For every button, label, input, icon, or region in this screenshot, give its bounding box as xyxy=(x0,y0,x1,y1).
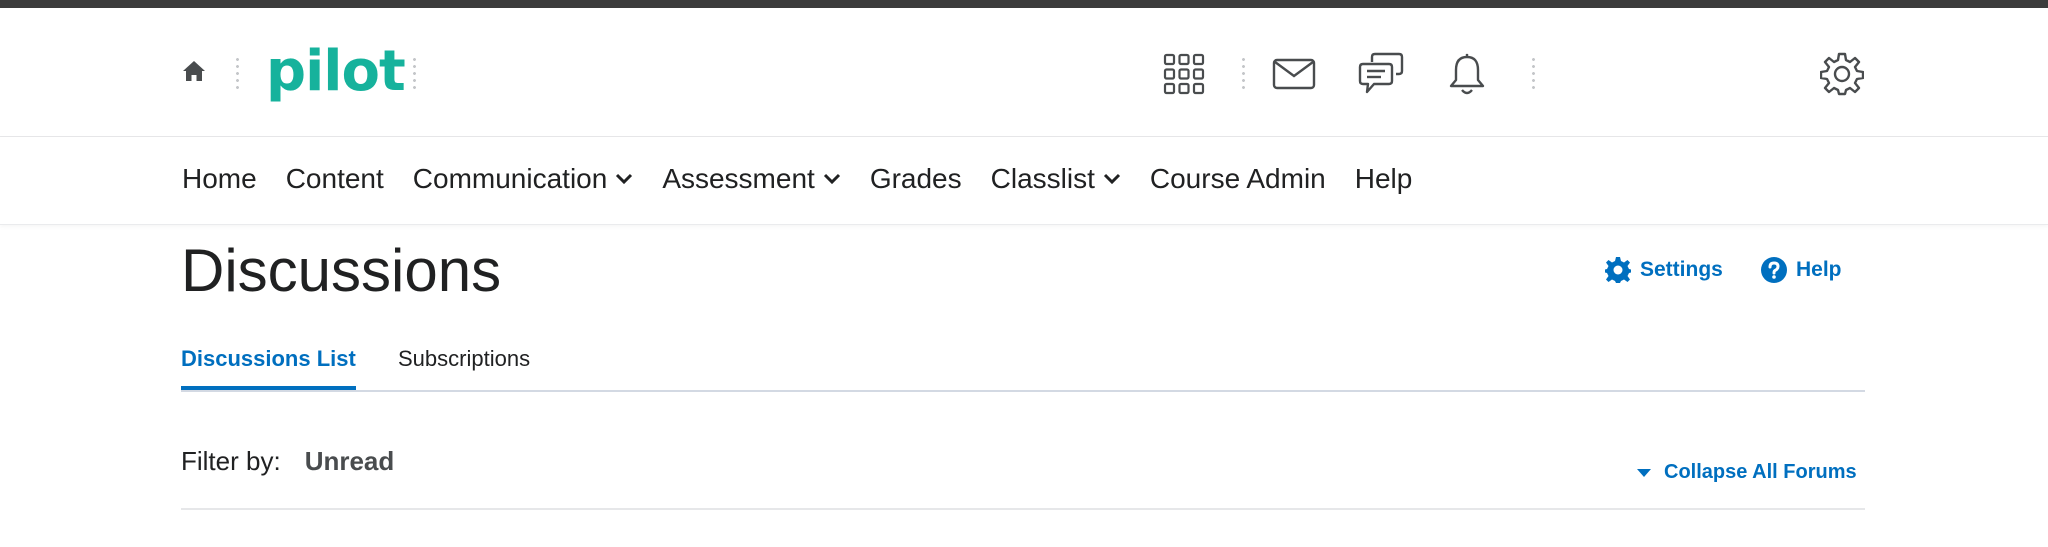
separator xyxy=(1532,56,1535,90)
org-logo[interactable]: pilot xyxy=(266,44,406,100)
gear-icon xyxy=(1605,257,1631,283)
nav-home[interactable]: Home xyxy=(182,163,257,195)
chevron-down-icon xyxy=(823,173,840,185)
bell-icon[interactable] xyxy=(1443,50,1491,98)
gear-icon[interactable] xyxy=(1818,50,1866,98)
collapse-label: Collapse All Forums xyxy=(1664,461,1857,483)
page-title: Discussions xyxy=(181,237,502,304)
nav-content[interactable]: Content xyxy=(286,163,384,195)
nav-communication[interactable]: Communication xyxy=(413,163,634,195)
tab-discussions-list[interactable]: Discussions List xyxy=(181,346,356,390)
nav-classlist[interactable]: Classlist xyxy=(991,163,1121,195)
collapse-all-forums-button[interactable]: Collapse All Forums xyxy=(1636,461,1857,484)
help-link[interactable]: Help xyxy=(1760,256,1842,284)
separator xyxy=(413,56,416,90)
nav-label: Content xyxy=(285,163,384,194)
chat-bubbles-icon[interactable] xyxy=(1357,50,1405,98)
nav-label: Assessment xyxy=(662,163,815,194)
separator xyxy=(236,56,239,90)
envelope-icon[interactable] xyxy=(1270,50,1318,98)
filter-row: Filter by: Unread xyxy=(181,446,394,477)
help-label: Help xyxy=(1796,258,1842,281)
grid-icon[interactable] xyxy=(1160,50,1208,98)
settings-label: Settings xyxy=(1640,258,1723,281)
tab-subscriptions[interactable]: Subscriptions xyxy=(398,346,530,386)
nav-label: Home xyxy=(182,163,257,194)
separator xyxy=(1242,56,1245,90)
nav-label: Communication xyxy=(412,163,608,194)
divider xyxy=(181,508,1865,510)
home-icon[interactable] xyxy=(180,57,208,85)
navbar: Home Content Communication Assessment Gr… xyxy=(0,137,2048,225)
filter-unread-button[interactable]: Unread xyxy=(305,446,395,477)
help-icon xyxy=(1761,257,1787,283)
caret-down-icon xyxy=(1637,468,1651,477)
nav-label: Help xyxy=(1354,163,1413,194)
nav-items: Home Content Communication Assessment Gr… xyxy=(182,163,1441,195)
nav-label: Grades xyxy=(869,163,962,194)
filter-label: Filter by: xyxy=(181,446,281,476)
nav-label: Classlist xyxy=(990,163,1095,194)
nav-grades[interactable]: Grades xyxy=(870,163,962,195)
tab-list: Discussions List Subscriptions xyxy=(181,340,1865,392)
chevron-down-icon xyxy=(1103,173,1120,185)
nav-assessment[interactable]: Assessment xyxy=(662,163,841,195)
settings-link[interactable]: Settings xyxy=(1604,256,1723,284)
chevron-down-icon xyxy=(616,173,633,185)
nav-help[interactable]: Help xyxy=(1355,163,1413,195)
top-border xyxy=(0,0,2048,8)
nav-course-admin[interactable]: Course Admin xyxy=(1150,163,1326,195)
nav-label: Course Admin xyxy=(1149,163,1326,194)
minibar: pilot xyxy=(0,8,2048,137)
